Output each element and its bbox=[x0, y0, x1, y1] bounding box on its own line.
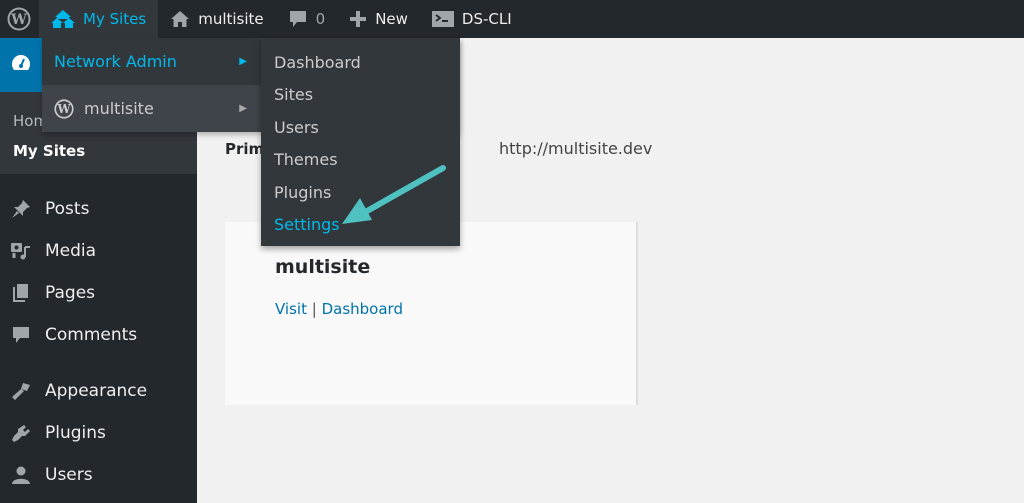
sidebar-item-pages[interactable]: Pages bbox=[0, 272, 197, 314]
paintbrush-icon bbox=[9, 381, 33, 401]
sidebar-item-users[interactable]: Users bbox=[0, 454, 197, 496]
menu-item-label: Network Admin bbox=[54, 52, 177, 71]
dashboard-icon bbox=[10, 53, 32, 77]
submenu-item-dashboard[interactable]: Dashboard bbox=[261, 46, 460, 79]
my-sites-label: My Sites bbox=[83, 10, 147, 28]
ds-cli-label: DS-CLI bbox=[461, 10, 512, 28]
menu-item-label: multisite bbox=[84, 99, 154, 118]
sidebar-separator bbox=[0, 356, 197, 370]
ds-cli-button[interactable]: DS-CLI bbox=[420, 0, 524, 38]
submenu-item-sites[interactable]: Sites bbox=[261, 79, 460, 112]
sidebar-item-label: Media bbox=[45, 241, 97, 261]
my-sites-icon bbox=[51, 9, 75, 29]
svg-text:W: W bbox=[10, 12, 27, 28]
link-separator: | bbox=[311, 300, 317, 318]
menu-item-network-admin[interactable]: Network Admin ▶ bbox=[42, 38, 261, 85]
sidebar-subitem-my-sites[interactable]: My Sites bbox=[0, 136, 197, 166]
primary-site-url: http://multisite.dev bbox=[499, 139, 653, 158]
sidebar-item-label: Users bbox=[45, 465, 93, 485]
comment-icon bbox=[9, 325, 33, 345]
wordpress-logo-icon: W bbox=[7, 7, 31, 31]
user-icon bbox=[9, 465, 33, 485]
sidebar-item-appearance[interactable]: Appearance bbox=[0, 370, 197, 412]
wp-logo-button[interactable]: W bbox=[0, 0, 39, 38]
new-content-button[interactable]: New bbox=[337, 0, 420, 38]
dashboard-link[interactable]: Dashboard bbox=[322, 300, 403, 318]
wordpress-logo-icon: W bbox=[54, 98, 74, 119]
sidebar-item-posts[interactable]: Posts bbox=[0, 188, 197, 230]
sidebar-item-label: Posts bbox=[45, 199, 90, 219]
comment-count: 0 bbox=[315, 10, 326, 28]
sidebar-item-media[interactable]: Media bbox=[0, 230, 197, 272]
media-icon bbox=[9, 241, 33, 261]
plus-icon bbox=[349, 10, 367, 28]
new-label: New bbox=[375, 10, 408, 28]
sidebar-item-comments[interactable]: Comments bbox=[0, 314, 197, 356]
plug-icon bbox=[9, 423, 33, 443]
home-icon bbox=[170, 10, 190, 28]
sidebar-item-label: Pages bbox=[45, 283, 96, 303]
site-card-links: Visit | Dashboard bbox=[275, 300, 403, 318]
terminal-icon bbox=[431, 10, 454, 28]
sidebar-item-label: Plugins bbox=[45, 423, 106, 443]
submenu-arrow-icon: ▶ bbox=[239, 56, 247, 67]
admin-bar: W My Sites multisite 0 New DS-CLI bbox=[0, 0, 1024, 38]
annotation-arrow-icon bbox=[342, 165, 446, 224]
pages-icon bbox=[9, 283, 33, 303]
svg-text:W: W bbox=[56, 102, 71, 116]
site-name-label: multisite bbox=[198, 10, 264, 28]
site-name-button[interactable]: multisite bbox=[158, 0, 275, 38]
submenu-arrow-icon: ▶ bbox=[239, 103, 247, 114]
sidebar-item-label: Comments bbox=[45, 325, 138, 345]
submenu-item-users[interactable]: Users bbox=[261, 111, 460, 144]
site-card: multisite Visit | Dashboard bbox=[225, 222, 638, 405]
sidebar-item-label: Appearance bbox=[45, 381, 148, 401]
comment-icon bbox=[288, 9, 308, 29]
pin-icon bbox=[9, 199, 33, 219]
visit-link[interactable]: Visit bbox=[275, 300, 307, 318]
site-card-name: multisite bbox=[275, 256, 371, 278]
menu-item-multisite[interactable]: W multisite ▶ bbox=[42, 85, 261, 132]
comments-button[interactable]: 0 bbox=[276, 0, 338, 38]
my-sites-button[interactable]: My Sites bbox=[39, 0, 159, 38]
sidebar-item-plugins[interactable]: Plugins bbox=[0, 412, 197, 454]
